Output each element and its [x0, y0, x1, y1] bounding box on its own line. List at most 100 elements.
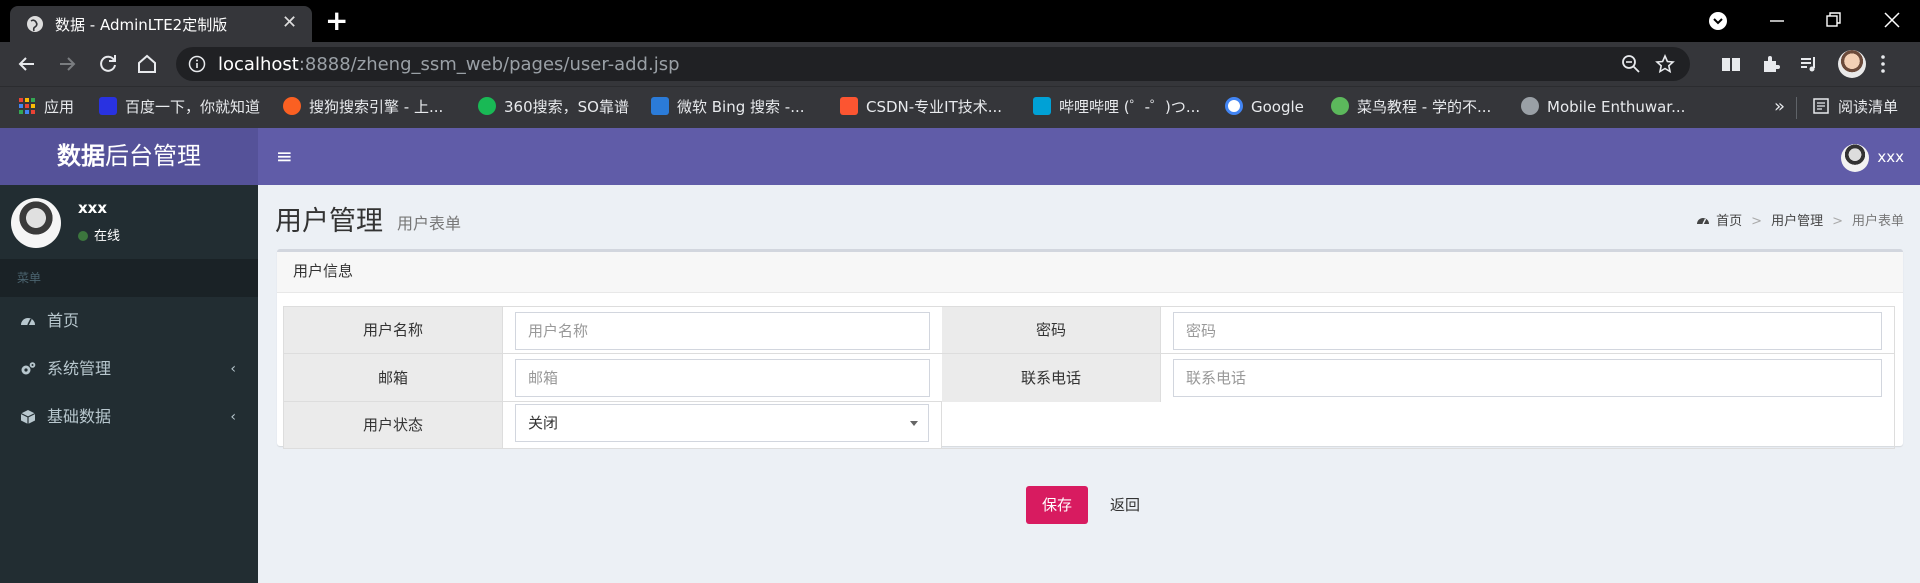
site-info-icon[interactable]	[188, 55, 206, 73]
phone-label: 联系电话	[942, 354, 1161, 402]
bookmark-label: Mobile Enthuwar...	[1547, 98, 1686, 116]
username-cell	[503, 307, 942, 354]
user-menu[interactable]: xxx	[1841, 142, 1904, 172]
cube-icon	[20, 410, 36, 424]
main-content: 用户管理 用户表单 首页 > 用户管理 > 用户表单 用户信息 用户名称 密码 邮箱 联…	[258, 185, 1920, 583]
online-status: 在线	[78, 225, 120, 244]
new-tab-button[interactable]: +	[325, 7, 348, 35]
apps-grid-icon	[19, 98, 35, 114]
dashboard-icon	[21, 318, 35, 326]
sidebar-item-label: 系统管理	[47, 359, 112, 378]
runoob-icon	[1331, 97, 1349, 115]
menu-kebab-icon[interactable]	[1872, 53, 1894, 75]
extensions-icon[interactable]	[1760, 53, 1782, 75]
reading-list-button[interactable]: 阅读清单	[1812, 95, 1898, 119]
caret-down-icon	[910, 421, 918, 426]
tab-close-icon[interactable]: ✕	[282, 12, 297, 34]
browser-tab[interactable]: 数据 - AdminLTE2定制版 ✕	[10, 6, 312, 42]
close-window-icon[interactable]	[1883, 11, 1901, 29]
bookmarks-bar: 应用 百度一下，你就知道 搜狗搜索引擎 - 上... 360搜索，SO靠谱 微软…	[0, 86, 1920, 128]
reload-icon[interactable]	[95, 51, 121, 77]
logo-bold: 数据	[57, 142, 105, 170]
top-navbar: ≡ xxx	[258, 128, 1920, 185]
sidebar: xxx 在线 菜单 首页 系统管理 ‹ 基础数据 ‹	[0, 185, 258, 583]
bookmark-star-icon[interactable]	[1655, 54, 1675, 74]
bilibili-icon	[1033, 97, 1051, 115]
bookmark-bilibili[interactable]: 哔哩哔哩 (゜-゜)つ...	[1033, 95, 1200, 119]
app-logo[interactable]: 数据后台管理	[0, 128, 258, 185]
zoom-icon[interactable]	[1621, 54, 1641, 74]
tab-title: 数据 - AdminLTE2定制版	[55, 16, 228, 34]
sidebar-toggle-icon[interactable]: ≡	[276, 145, 293, 167]
home-icon[interactable]	[134, 51, 160, 77]
bookmarks-overflow-button[interactable]: »	[1774, 95, 1785, 119]
password-input[interactable]	[1173, 312, 1882, 350]
globe-icon	[1521, 97, 1539, 115]
profile-avatar[interactable]	[1838, 50, 1866, 78]
bookmark-label: 百度一下，你就知道	[125, 98, 261, 116]
reading-list-label: 阅读清单	[1838, 98, 1899, 116]
username-input[interactable]	[515, 312, 930, 350]
bookmark-label: CSDN-专业IT技术...	[866, 98, 1003, 116]
sidebar-item-system[interactable]: 系统管理 ‹	[0, 345, 258, 393]
bookmark-csdn[interactable]: CSDN-专业IT技术...	[840, 95, 1002, 119]
bookmark-sogou[interactable]: 搜狗搜索引擎 - 上...	[283, 95, 443, 119]
email-label: 邮箱	[284, 354, 503, 402]
sidebar-item-home[interactable]: 首页	[0, 297, 258, 345]
bookmark-360[interactable]: 360搜索，SO靠谱	[478, 95, 629, 119]
phone-cell	[1161, 354, 1894, 402]
reading-list-icon	[1813, 98, 1829, 114]
breadcrumb-current: 用户表单	[1851, 214, 1904, 229]
minimize-icon[interactable]	[1768, 12, 1786, 30]
reading-mode-icon[interactable]	[1720, 53, 1742, 75]
status-label: 用户状态	[284, 402, 503, 448]
globe-icon	[27, 16, 43, 32]
bookmark-label: 搜狗搜索引擎 - 上...	[309, 98, 444, 116]
chevron-left-icon: ‹	[230, 361, 236, 377]
status-select[interactable]: 关闭	[515, 404, 929, 442]
breadcrumb-home[interactable]: 首页	[1716, 214, 1742, 229]
bookmark-label: 菜鸟教程 - 学的不...	[1357, 98, 1492, 116]
breadcrumb-user-mgmt[interactable]: 用户管理	[1771, 214, 1823, 229]
sidebar-item-label: 首页	[47, 311, 80, 330]
360-icon	[478, 97, 496, 115]
user-form: 用户名称 密码 邮箱 联系电话 用户状态 关闭	[283, 306, 1895, 449]
email-input[interactable]	[515, 359, 930, 397]
user-info-box: 用户信息 用户名称 密码 邮箱 联系电话 用户状态	[277, 249, 1903, 449]
bookmark-apps[interactable]: 应用	[18, 95, 74, 119]
chevron-left-icon: ‹	[230, 409, 236, 425]
back-button[interactable]: 返回	[1104, 486, 1146, 524]
restore-icon[interactable]	[1824, 11, 1842, 29]
tab-search-icon[interactable]	[1708, 11, 1728, 31]
back-arrow-icon[interactable]	[14, 51, 40, 77]
phone-input[interactable]	[1173, 359, 1882, 397]
url-host: localhost	[218, 54, 299, 75]
url-path: :8888/zheng_ssm_web/pages/user-add.jsp	[298, 54, 680, 75]
forward-arrow-icon[interactable]	[54, 51, 80, 77]
gears-icon	[21, 362, 36, 375]
status-cell: 关闭	[503, 402, 942, 448]
page-title: 用户管理	[275, 206, 383, 237]
sidebar-username: xxx	[78, 199, 108, 217]
browser-tab-bar: 数据 - AdminLTE2定制版 ✕ +	[0, 0, 1920, 42]
sidebar-user-panel: xxx 在线	[0, 185, 258, 259]
media-control-icon[interactable]	[1798, 53, 1820, 75]
address-bar[interactable]: localhost:8888/zheng_ssm_web/pages/user-…	[176, 47, 1690, 81]
save-button[interactable]: 保存	[1026, 486, 1088, 524]
dashboard-icon	[1697, 218, 1710, 225]
sidebar-section-header: 菜单	[0, 259, 258, 297]
password-cell	[1161, 307, 1894, 354]
bookmark-label: 360搜索，SO靠谱	[504, 98, 629, 116]
username-label: 用户名称	[284, 307, 503, 354]
bookmark-bing[interactable]: 微软 Bing 搜索 -...	[651, 95, 805, 119]
bookmark-runoob[interactable]: 菜鸟教程 - 学的不...	[1331, 95, 1491, 119]
sidebar-avatar	[11, 198, 61, 248]
bookmark-baidu[interactable]: 百度一下，你就知道	[99, 95, 260, 119]
bookmark-google[interactable]: Google	[1225, 95, 1304, 119]
breadcrumb-separator: >	[1751, 214, 1763, 229]
bing-icon	[651, 97, 669, 115]
bookmark-enthuware[interactable]: Mobile Enthuwar...	[1521, 95, 1685, 119]
sidebar-item-basedata[interactable]: 基础数据 ‹	[0, 393, 258, 441]
status-select-value: 关闭	[528, 414, 559, 432]
sogou-icon	[283, 97, 301, 115]
